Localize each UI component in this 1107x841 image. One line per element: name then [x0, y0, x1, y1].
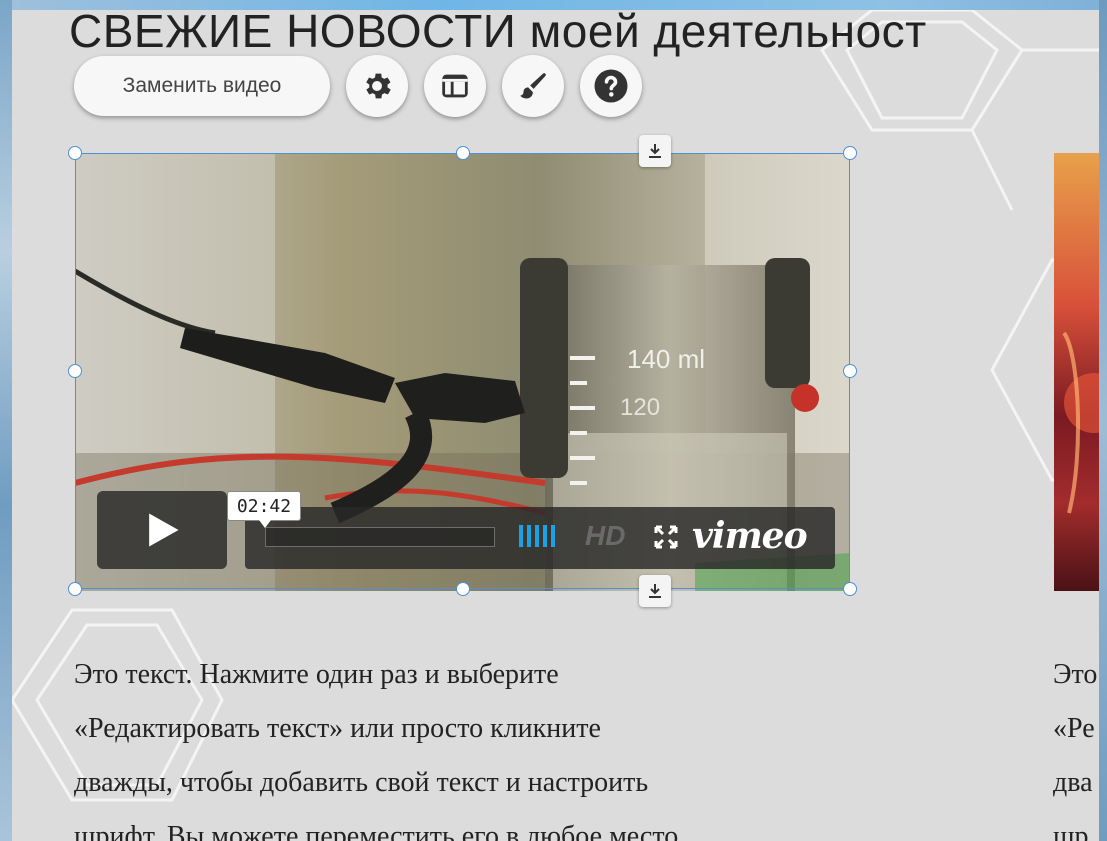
help-icon	[594, 69, 628, 103]
resize-handle-top-right[interactable]	[843, 146, 857, 160]
download-arrow-icon	[649, 584, 661, 598]
layout-button[interactable]	[424, 55, 486, 117]
editor-frame-left	[0, 0, 12, 841]
volume-control[interactable]	[519, 525, 555, 547]
text-line: дважды, чтобы добавить свой текст и наст…	[74, 767, 649, 798]
video-control-bar: HD vimeo	[245, 507, 835, 569]
stretch-bottom-button[interactable]	[639, 575, 671, 607]
text-block-main[interactable]: Это текст. Нажмите один раз и выберите «…	[74, 648, 874, 841]
stretch-top-button[interactable]	[639, 135, 671, 167]
help-button[interactable]	[580, 55, 642, 117]
play-button[interactable]	[97, 491, 227, 569]
resize-handle-top[interactable]	[456, 146, 470, 160]
text-line: шр	[1053, 821, 1089, 841]
gear-icon	[366, 73, 391, 99]
text-line: шрифт. Вы можете переместить его в любое…	[74, 821, 679, 841]
text-line: Это	[1053, 659, 1098, 690]
brush-icon	[520, 73, 546, 99]
text-block-secondary[interactable]: Это «Ре два шр	[1053, 648, 1099, 841]
download-arrow-icon	[649, 144, 661, 158]
design-button[interactable]	[502, 55, 564, 117]
adjacent-image-content	[1062, 331, 1099, 514]
page-title: СВЕЖИЕ НОВОСТИ моей деятельност	[69, 10, 927, 57]
resize-handle-left[interactable]	[68, 364, 82, 378]
text-line: «Редактировать текст» или просто кликнит…	[74, 713, 601, 744]
resize-handle-bottom-left[interactable]	[68, 582, 82, 596]
resize-handle-right[interactable]	[843, 364, 857, 378]
replace-video-button[interactable]: Заменить видео	[74, 56, 330, 116]
editor-frame-top	[0, 0, 1107, 10]
vimeo-logo[interactable]: vimeo	[692, 515, 808, 557]
text-line: «Ре	[1053, 713, 1095, 744]
progress-bar[interactable]	[265, 527, 495, 547]
video-player[interactable]: 140 ml 120 HD vimeo 02:42	[68, 135, 857, 607]
time-tooltip: 02:42	[227, 491, 301, 528]
text-line: два	[1053, 767, 1093, 798]
hd-toggle[interactable]: HD	[585, 520, 625, 552]
resize-handle-top-left[interactable]	[68, 146, 82, 160]
play-icon	[149, 513, 179, 547]
fullscreen-icon[interactable]	[654, 525, 678, 549]
page-canvas: СВЕЖИЕ НОВОСТИ моей деятельност Заменить…	[12, 10, 1099, 841]
adjacent-image[interactable]	[1054, 153, 1099, 591]
text-line: Это текст. Нажмите один раз и выберите	[74, 659, 559, 690]
resize-handle-bottom[interactable]	[456, 582, 470, 596]
settings-button[interactable]	[346, 55, 408, 117]
editor-frame-right	[1099, 0, 1107, 841]
layout-icon	[442, 74, 468, 98]
resize-handle-bottom-right[interactable]	[843, 582, 857, 596]
